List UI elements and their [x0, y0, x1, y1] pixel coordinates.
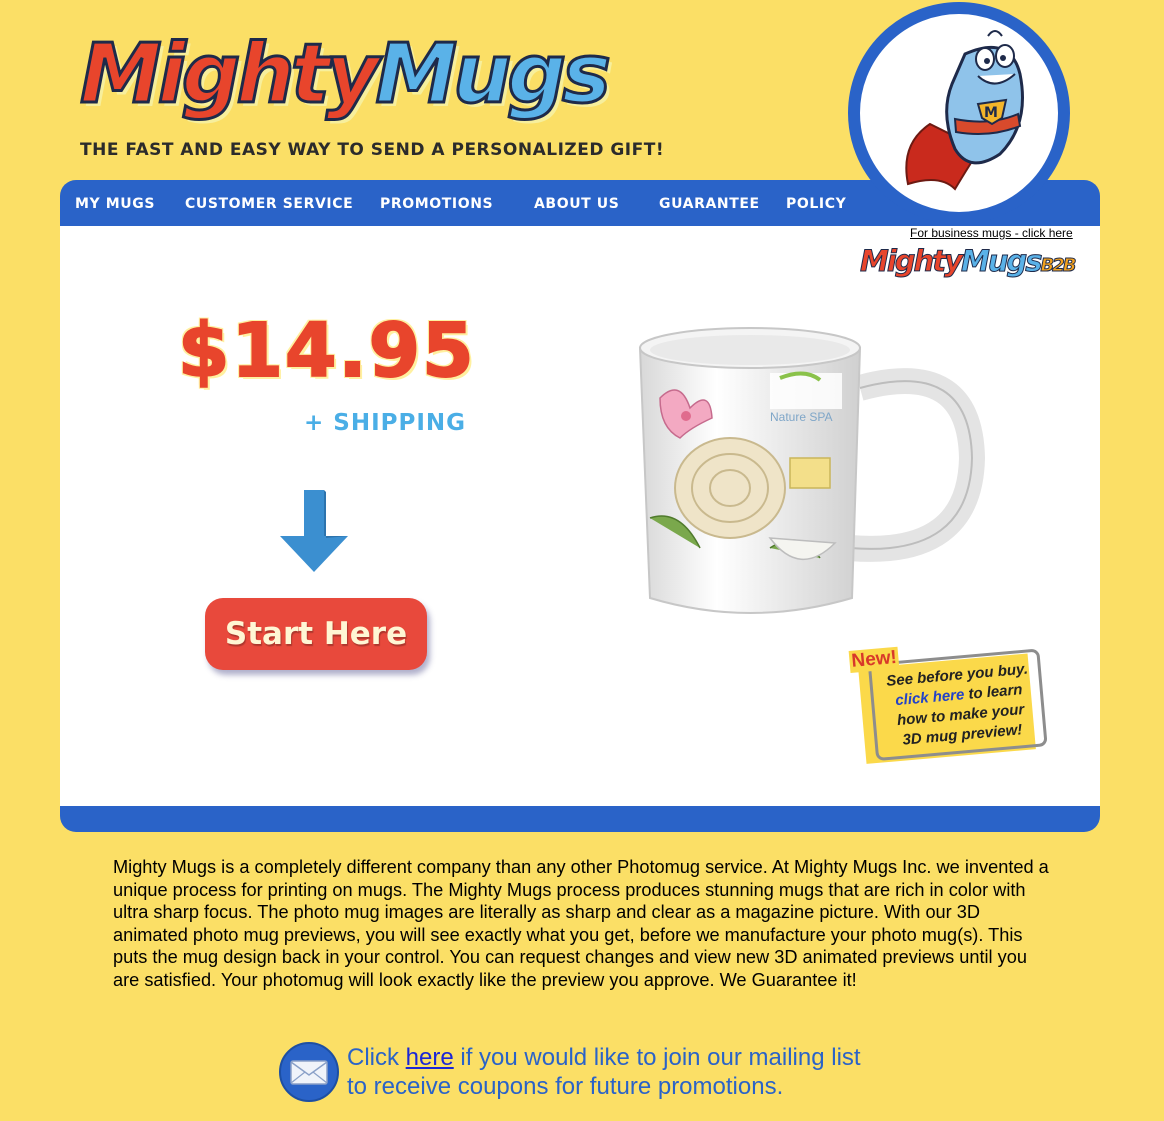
preview-promo-note: New! See before you buy. click here to l…: [848, 646, 1052, 768]
shipping-label: + SHIPPING: [304, 410, 467, 436]
logo-word-mugs: Mugs: [374, 26, 612, 124]
new-badge: New!: [848, 646, 900, 673]
mail-icon[interactable]: [279, 1042, 339, 1102]
note-text: See before you buy. click here to learn …: [877, 659, 1043, 753]
mailing-list-text: Click here if you would like to join our…: [347, 1043, 861, 1101]
tagline: THE FAST AND EASY WAY TO SEND A PERSONAL…: [80, 140, 665, 160]
mascot-icon: M: [905, 30, 1024, 191]
nav-my-mugs[interactable]: MY MUGS: [75, 196, 155, 212]
business-mugs-link[interactable]: For business mugs - click here: [910, 226, 1073, 240]
nav-about-us[interactable]: ABOUT US: [534, 196, 619, 212]
company-description: Mighty Mugs is a completely different co…: [113, 857, 1049, 990]
start-here-button[interactable]: Start Here: [205, 598, 427, 670]
svg-text:M: M: [984, 105, 998, 121]
mailing-list-here-link[interactable]: here: [406, 1044, 454, 1071]
mug-image[interactable]: Nature SPA: [620, 318, 990, 628]
mailing-suffix: if you would like to join our mailing li…: [453, 1044, 861, 1071]
mighty-mugs-b2b-logo[interactable]: MightyMugsB2B: [860, 244, 1077, 279]
note-click-here-link[interactable]: click here: [895, 686, 965, 709]
mascot-badge: M: [848, 2, 1070, 224]
price: $14.95: [177, 307, 476, 395]
nav-policy[interactable]: POLICY: [786, 196, 846, 212]
nav-customer-service[interactable]: CUSTOMER SERVICE: [185, 196, 353, 212]
b2b-logo-suffix: B2B: [1040, 255, 1077, 277]
mailing-line-2: to receive coupons for future promotions…: [347, 1073, 784, 1100]
b2b-logo-word-mighty: Mighty: [860, 244, 964, 279]
mighty-mugs-logo[interactable]: MightyMugs: [78, 20, 612, 130]
b2b-logo-word-mugs: Mugs: [960, 244, 1043, 279]
nav-guarantee[interactable]: GUARANTEE: [659, 196, 760, 212]
mug-brand-label: Nature SPA: [770, 410, 832, 424]
nav-promotions[interactable]: PROMOTIONS: [380, 196, 493, 212]
note-line-2: to learn: [963, 681, 1024, 704]
down-arrow-icon: [280, 490, 348, 572]
mailing-prefix: Click: [347, 1044, 406, 1071]
panel-footer-bar: [60, 806, 1100, 832]
logo-word-mighty: Mighty: [78, 26, 380, 124]
